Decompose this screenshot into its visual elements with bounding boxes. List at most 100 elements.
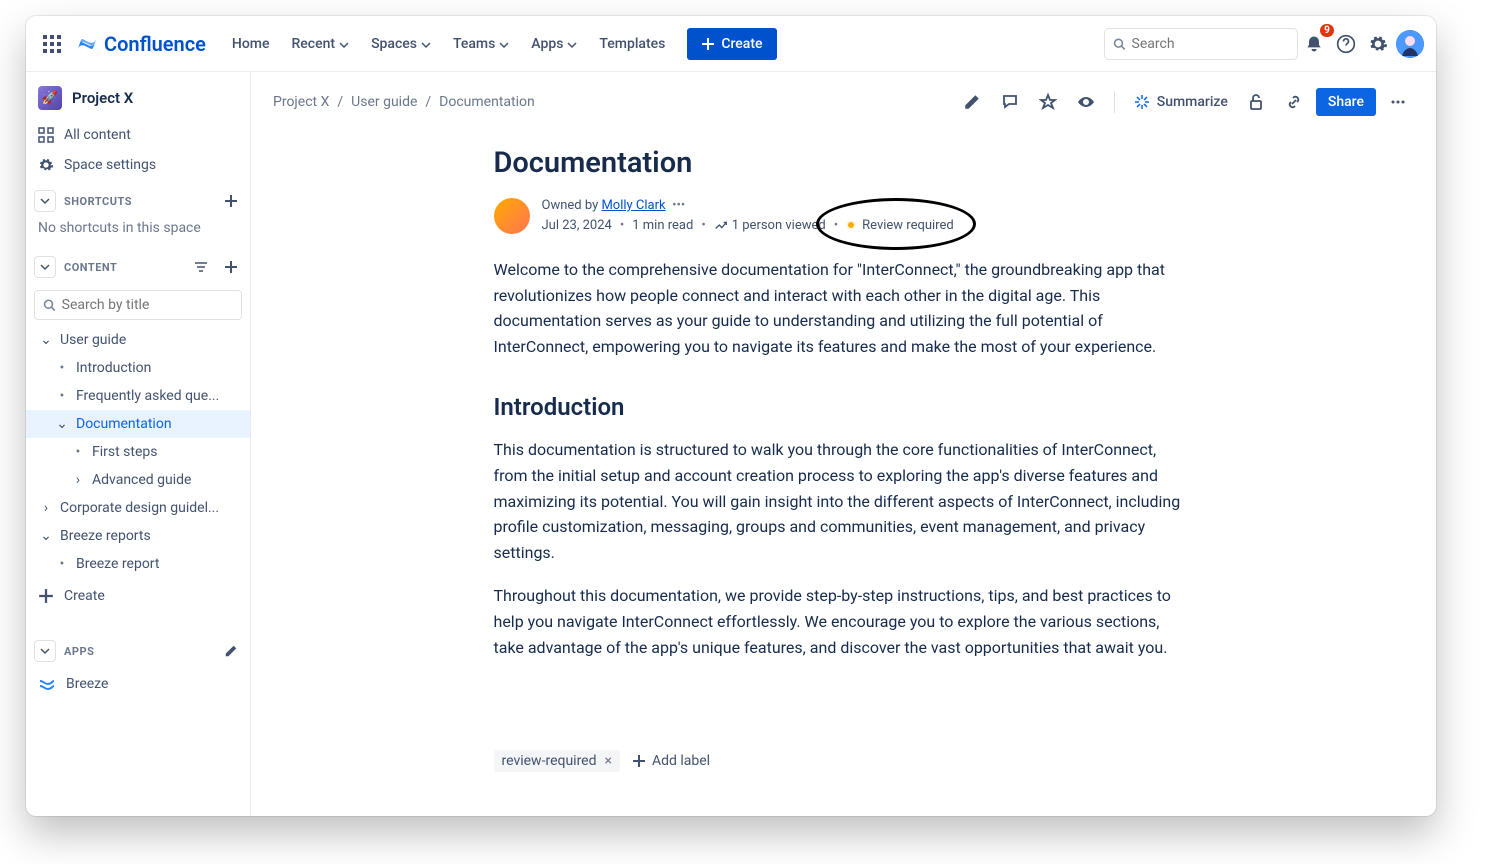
star-icon <box>1039 93 1057 111</box>
chevron-down-icon[interactable]: ⌄ <box>38 528 54 544</box>
create-button[interactable]: Create <box>687 28 776 60</box>
eye-icon <box>1076 92 1096 112</box>
collapse-content[interactable] <box>34 256 56 278</box>
breadcrumb: Project X/ User guide/ Documentation <box>273 94 535 110</box>
space-header[interactable]: 🚀 Project X <box>26 72 250 120</box>
chevron-right-icon[interactable]: › <box>70 472 86 488</box>
byline-more[interactable]: ••• <box>672 198 685 213</box>
space-name: Project X <box>72 89 133 107</box>
page-status[interactable]: Review required <box>846 216 954 236</box>
nav-spaces[interactable]: Spaces <box>361 30 441 58</box>
user-avatar <box>1396 30 1424 58</box>
views-link[interactable]: 1 person viewed <box>714 216 826 236</box>
crumb-current[interactable]: Documentation <box>439 94 535 110</box>
notification-badge: 9 <box>1320 24 1334 37</box>
tree-advanced-guide[interactable]: ›Advanced guide <box>26 466 250 494</box>
sidebar-create[interactable]: Create <box>26 580 250 612</box>
chevron-right-icon[interactable]: › <box>38 500 54 516</box>
tree-documentation[interactable]: ⌄Documentation <box>26 410 250 438</box>
notifications-button[interactable]: 9 <box>1298 28 1330 60</box>
chevron-down-icon <box>40 262 50 272</box>
tree-breeze-report[interactable]: •Breeze report <box>26 550 250 578</box>
summarize-button[interactable]: Summarize <box>1127 89 1234 115</box>
plus-icon <box>701 37 715 51</box>
page-date: Jul 23, 2024 <box>542 216 612 236</box>
comment-button[interactable] <box>994 86 1026 118</box>
author-link[interactable]: Molly Clark <box>601 198 665 213</box>
tree-faq[interactable]: •Frequently asked que... <box>26 382 250 410</box>
share-button[interactable]: Share <box>1316 88 1376 116</box>
help-icon <box>1336 34 1356 54</box>
more-icon <box>1389 93 1407 111</box>
tree-breeze-reports[interactable]: ⌄Breeze reports <box>26 522 250 550</box>
star-button[interactable] <box>1032 86 1064 118</box>
tree-corporate-design[interactable]: ›Corporate design guidel... <box>26 494 250 522</box>
collapse-apps[interactable] <box>34 640 56 662</box>
link-icon <box>1285 93 1303 111</box>
top-bar: Confluence Home Recent Spaces Teams Apps… <box>26 16 1436 72</box>
restrictions-button[interactable] <box>1240 86 1272 118</box>
nav-recent[interactable]: Recent <box>281 30 359 58</box>
pencil-icon <box>224 644 238 658</box>
sidebar-apps-header: APPS <box>26 630 250 668</box>
confluence-logo[interactable]: Confluence <box>76 32 206 56</box>
chevron-down-icon <box>40 646 50 656</box>
chevron-down-icon <box>421 40 431 50</box>
nav-apps[interactable]: Apps <box>521 30 587 58</box>
global-search[interactable] <box>1104 28 1298 60</box>
watch-button[interactable] <box>1070 86 1102 118</box>
sidebar-search-input[interactable] <box>62 297 233 313</box>
help-button[interactable] <box>1330 28 1362 60</box>
paragraph: Welcome to the comprehensive documentati… <box>494 257 1194 359</box>
crumb-space[interactable]: Project X <box>273 94 329 110</box>
tree-user-guide[interactable]: ⌄User guide <box>26 326 250 354</box>
apps-edit[interactable] <box>220 640 242 662</box>
nav-templates[interactable]: Templates <box>589 30 675 58</box>
author-avatar[interactable] <box>494 198 530 234</box>
byline: Owned by Molly Clark ••• Jul 23, 2024• 1… <box>494 196 1194 235</box>
breeze-icon <box>38 675 56 693</box>
link-button[interactable] <box>1278 86 1310 118</box>
chevron-down-icon[interactable]: ⌄ <box>38 332 54 348</box>
analytics-icon <box>714 218 728 232</box>
remove-label[interactable]: × <box>601 753 616 769</box>
nav-home[interactable]: Home <box>222 30 280 58</box>
add-shortcut[interactable] <box>220 190 242 212</box>
chevron-down-icon <box>339 40 349 50</box>
comment-icon <box>1001 93 1019 111</box>
grid-icon <box>38 127 54 143</box>
main-content: Project X/ User guide/ Documentation Sum… <box>251 72 1436 816</box>
sidebar-space-settings[interactable]: Space settings <box>26 150 250 180</box>
sidebar-shortcuts-header: SHORTCUTS <box>26 180 250 218</box>
sidebar-app-breeze[interactable]: Breeze <box>26 668 250 700</box>
chevron-down-icon <box>567 40 577 50</box>
app-switcher-icon[interactable] <box>36 28 68 60</box>
page-tree: ⌄User guide •Introduction •Frequently as… <box>26 324 250 580</box>
tree-first-steps[interactable]: •First steps <box>26 438 250 466</box>
sidebar-all-content[interactable]: All content <box>26 120 250 150</box>
label-tag[interactable]: review-required × <box>494 750 620 772</box>
plus-icon <box>38 588 54 604</box>
sidebar-content-header: CONTENT <box>26 246 250 284</box>
settings-button[interactable] <box>1362 28 1394 60</box>
gear-icon <box>1368 34 1388 54</box>
more-actions-button[interactable] <box>1382 86 1414 118</box>
pencil-icon <box>963 93 981 111</box>
lock-open-icon <box>1247 93 1265 111</box>
global-search-input[interactable] <box>1132 36 1289 52</box>
plus-icon <box>632 754 646 768</box>
content-filter[interactable] <box>190 256 212 278</box>
plus-icon <box>224 260 238 274</box>
edit-button[interactable] <box>956 86 988 118</box>
crumb-parent[interactable]: User guide <box>351 94 417 110</box>
chevron-down-icon[interactable]: ⌄ <box>54 416 70 432</box>
profile-button[interactable] <box>1394 28 1426 60</box>
tree-introduction[interactable]: •Introduction <box>26 354 250 382</box>
nav-teams[interactable]: Teams <box>443 30 519 58</box>
read-time: 1 min read <box>632 216 693 236</box>
add-label-button[interactable]: Add label <box>632 753 710 769</box>
content-add[interactable] <box>220 256 242 278</box>
collapse-shortcuts[interactable] <box>34 190 56 212</box>
sidebar-search[interactable] <box>34 290 242 320</box>
page-actions: Summarize Share <box>956 86 1414 118</box>
